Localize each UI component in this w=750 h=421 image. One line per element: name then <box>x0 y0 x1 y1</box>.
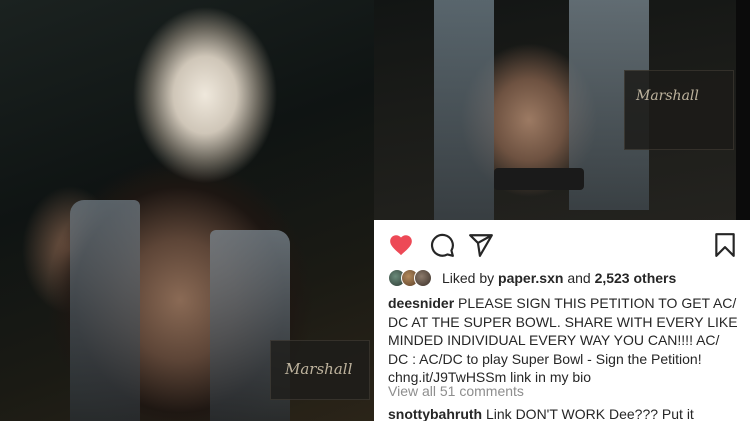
amplifier <box>624 70 734 150</box>
concert-photo-left: Marshall <box>0 0 374 421</box>
liked-by-and: and <box>567 270 591 286</box>
liked-by-prefix: Liked by <box>442 270 495 286</box>
caption-username-link[interactable]: deesnider <box>388 295 454 311</box>
liked-by-user-link[interactable]: paper.sxn <box>498 270 563 286</box>
instagram-post-panel: Liked by paper.sxn and 2,523 others dees… <box>374 220 750 421</box>
vest-left-panel <box>434 0 494 220</box>
heart-icon-graphic <box>390 235 412 256</box>
photo-edge <box>736 0 750 220</box>
share-icon-graphic <box>469 234 493 257</box>
avatar <box>414 269 432 287</box>
comment-icon-graphic <box>430 233 454 257</box>
share-icon[interactable] <box>468 232 494 258</box>
belt <box>494 168 584 190</box>
concert-photo-right: Marshall <box>374 0 750 220</box>
post-action-bar <box>374 220 750 268</box>
likes-summary[interactable]: Liked by paper.sxn and 2,523 others <box>388 268 676 288</box>
comment-icon[interactable] <box>429 232 455 258</box>
likes-text: Liked by paper.sxn and 2,523 others <box>442 270 676 286</box>
bookmark-icon-graphic <box>715 233 735 257</box>
vest-left-panel <box>70 200 140 421</box>
heart-icon[interactable] <box>388 232 414 258</box>
liker-avatars <box>388 268 438 288</box>
bookmark-icon[interactable] <box>712 232 738 258</box>
likes-others-link[interactable]: 2,523 others <box>595 270 677 286</box>
view-all-comments-link[interactable]: View all 51 comments <box>388 383 524 399</box>
amplifier-logo: Marshall <box>636 88 699 104</box>
comment-username-link[interactable]: snottybahruth <box>388 406 482 421</box>
comment-row: snottybahruth Link DON'T WORK Dee??? Put… <box>388 406 694 421</box>
comment-text: Link DON'T WORK Dee??? Put it <box>486 406 694 421</box>
amplifier-logo: Marshall <box>285 360 353 378</box>
post-caption: deesnider PLEASE SIGN THIS PETITION TO G… <box>388 294 742 387</box>
